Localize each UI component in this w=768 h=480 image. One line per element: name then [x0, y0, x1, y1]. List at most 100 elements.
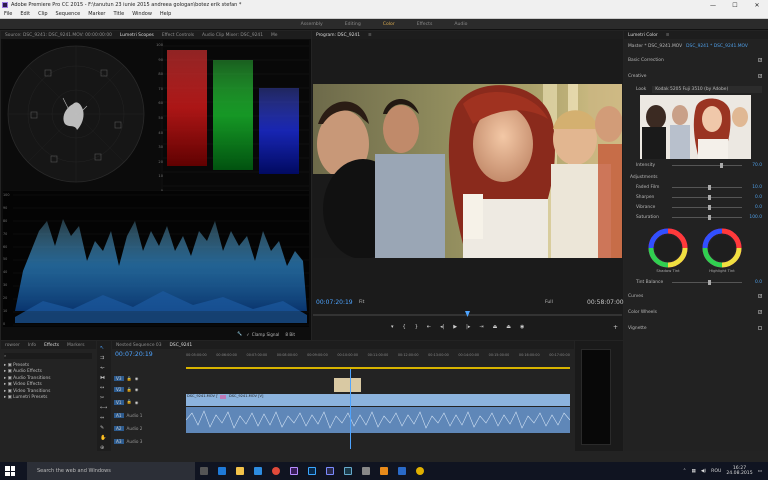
language-indicator[interactable]: ROU	[711, 469, 721, 474]
bit-depth-select[interactable]: 8 Bit	[285, 332, 295, 337]
network-icon[interactable]: ▦	[692, 469, 696, 474]
mark-out-icon[interactable]: }	[415, 324, 418, 330]
tab-sequence-dsc9241[interactable]: DSC_9241	[166, 343, 197, 348]
extract-icon[interactable]: ⏏	[506, 324, 511, 330]
tab-source[interactable]: Source: DSC_9241: DSC_9241.MOV: 00:00:00…	[1, 33, 116, 38]
tab-media-browser[interactable]: rowser	[1, 343, 24, 348]
menu-marker[interactable]: Marker	[84, 11, 109, 17]
tab-lumetri-scopes[interactable]: Lumetri Scopes	[116, 33, 158, 38]
vignette-header[interactable]: Vignette	[628, 324, 762, 332]
track-header-v1[interactable]: V1 🔒 ◉	[114, 395, 184, 409]
timeline-playhead[interactable]	[350, 369, 351, 449]
tint-balance-slider[interactable]	[672, 280, 742, 285]
saturation-slider[interactable]	[672, 215, 742, 220]
track-header-a3[interactable]: A3 Audio 3	[114, 435, 184, 448]
workspace-editing[interactable]: Editing	[334, 22, 372, 27]
v1-clip[interactable]: DSC_9241.MOV [V] DSC_9241.MOV [V]	[186, 394, 570, 406]
adjustments-header[interactable]: Adjustments	[628, 173, 762, 181]
vignette-checkbox[interactable]	[758, 326, 762, 330]
notifications-icon[interactable]: ▭	[758, 469, 762, 474]
panel-menu-icon[interactable]: ≡	[662, 33, 674, 38]
play-icon[interactable]: ▶	[453, 324, 457, 330]
tray-chevron-icon[interactable]: ⌃	[683, 469, 687, 474]
tab-program[interactable]: Program: DSC_9241	[312, 33, 364, 38]
tab-info[interactable]: Info	[24, 343, 40, 348]
store-icon[interactable]	[254, 467, 262, 475]
go-to-out-icon[interactable]: ⇥	[479, 324, 483, 330]
maximize-button[interactable]: ☐	[724, 2, 746, 9]
clamp-signal-checkbox[interactable]: ✓	[246, 332, 250, 337]
rolling-edit-tool-icon[interactable]: ⧓	[100, 375, 107, 381]
hand-tool-icon[interactable]: ✋	[100, 435, 107, 441]
color-wheels-checkbox[interactable]	[758, 310, 762, 314]
task-view-icon[interactable]	[200, 467, 208, 475]
export-frame-icon[interactable]: ◉	[520, 324, 524, 330]
app2-taskbar-icon[interactable]	[398, 467, 406, 475]
razor-tool-icon[interactable]: ✂	[100, 395, 107, 401]
step-back-icon[interactable]: ◂|	[440, 324, 444, 330]
chrome2-taskbar-icon[interactable]	[416, 467, 424, 475]
track-select-tool-icon[interactable]: ⇉	[100, 355, 107, 361]
go-to-in-icon[interactable]: ⇤	[427, 324, 431, 330]
highlight-tint-wheel[interactable]	[702, 228, 742, 268]
look-preview-thumbnail[interactable]	[640, 95, 751, 159]
tab-effect-controls[interactable]: Effect Controls	[158, 33, 198, 38]
look-select[interactable]: Kodak 5205 Fuji 3510 (by Adobe)	[652, 85, 762, 93]
menu-title[interactable]: Title	[109, 11, 128, 17]
sharpen-value[interactable]: 0.0	[755, 195, 762, 200]
creative-header[interactable]: Creative	[628, 72, 762, 80]
media-encoder-taskbar-icon[interactable]	[344, 467, 352, 475]
lift-icon[interactable]: ⏏	[493, 324, 498, 330]
menu-help[interactable]: Help	[156, 11, 175, 17]
workspace-color[interactable]: Color	[372, 22, 406, 27]
panel-menu-icon[interactable]: ≡	[364, 33, 376, 38]
step-forward-icon[interactable]: |▸	[466, 324, 470, 330]
add-marker-icon[interactable]: ▾	[391, 324, 394, 330]
playback-quality-select[interactable]: Full	[545, 300, 553, 305]
premiere-taskbar-icon[interactable]	[290, 467, 298, 475]
minimize-button[interactable]: —	[702, 2, 724, 9]
tree-item-lumetri-presets[interactable]: ▸ ▣ Lumetri Presets	[4, 395, 51, 401]
work-area-bar[interactable]	[186, 367, 570, 369]
pen-tool-icon[interactable]: ✎	[100, 425, 107, 431]
workspace-assembly[interactable]: Assembly	[290, 22, 334, 27]
faded-film-slider[interactable]	[672, 185, 742, 190]
effects-search-input[interactable]: ⌕	[4, 353, 92, 359]
slide-tool-icon[interactable]: ⇔	[100, 415, 107, 421]
wrench-icon[interactable]: 🔧	[237, 331, 242, 337]
sequence-clip-label[interactable]: DSC_9241 * DSC_9241.MOV	[686, 44, 748, 49]
after-effects-taskbar-icon[interactable]	[326, 467, 334, 475]
basic-correction-header[interactable]: Basic Correction	[628, 56, 762, 64]
shadow-tint-wheel[interactable]	[648, 228, 688, 268]
file-explorer-icon[interactable]	[236, 467, 244, 475]
zoom-tool-icon[interactable]: ⊕	[100, 445, 107, 451]
slip-tool-icon[interactable]: ⟷	[100, 405, 107, 411]
color-wheels-header[interactable]: Color Wheels	[628, 308, 762, 316]
intensity-value[interactable]: 70.0	[752, 163, 762, 168]
tab-effects[interactable]: Effects	[40, 343, 63, 348]
edge-icon[interactable]	[218, 467, 226, 475]
taskbar-search-input[interactable]: Search the web and Windows	[27, 462, 195, 480]
clock[interactable]: 16:27 24.08.2015	[726, 466, 752, 476]
add-button-icon[interactable]: +	[613, 324, 618, 331]
curves-checkbox[interactable]	[758, 294, 762, 298]
ripple-edit-tool-icon[interactable]: ⟛	[100, 365, 107, 371]
tab-nested-sequence[interactable]: Nested Sequence 03	[112, 343, 166, 348]
volume-icon[interactable]: ◀)	[701, 469, 706, 474]
vibrance-slider[interactable]	[672, 205, 742, 210]
track-header-a2[interactable]: A2 Audio 2	[114, 422, 184, 435]
intensity-slider[interactable]	[672, 163, 742, 168]
timeline-ruler[interactable]: 00:05:00:00 00:06:00:00 00:07:00:00 00:08:0…	[186, 353, 570, 363]
photoshop-taskbar-icon[interactable]	[308, 467, 316, 475]
menu-window[interactable]: Window	[128, 11, 156, 17]
tint-balance-value[interactable]: 0.0	[755, 280, 762, 285]
menu-sequence[interactable]: Sequence	[52, 11, 85, 17]
selection-tool-icon[interactable]: ↖	[100, 345, 107, 351]
workspace-audio[interactable]: Audio	[443, 22, 478, 27]
vlc-taskbar-icon[interactable]	[380, 467, 388, 475]
close-button[interactable]: ✕	[746, 2, 768, 9]
workspace-effects[interactable]: Effects	[406, 22, 444, 27]
track-header-v2[interactable]: V2 🔒 ◉	[114, 384, 184, 395]
menu-file[interactable]: File	[0, 11, 16, 17]
rate-stretch-tool-icon[interactable]: ↔	[100, 385, 107, 391]
